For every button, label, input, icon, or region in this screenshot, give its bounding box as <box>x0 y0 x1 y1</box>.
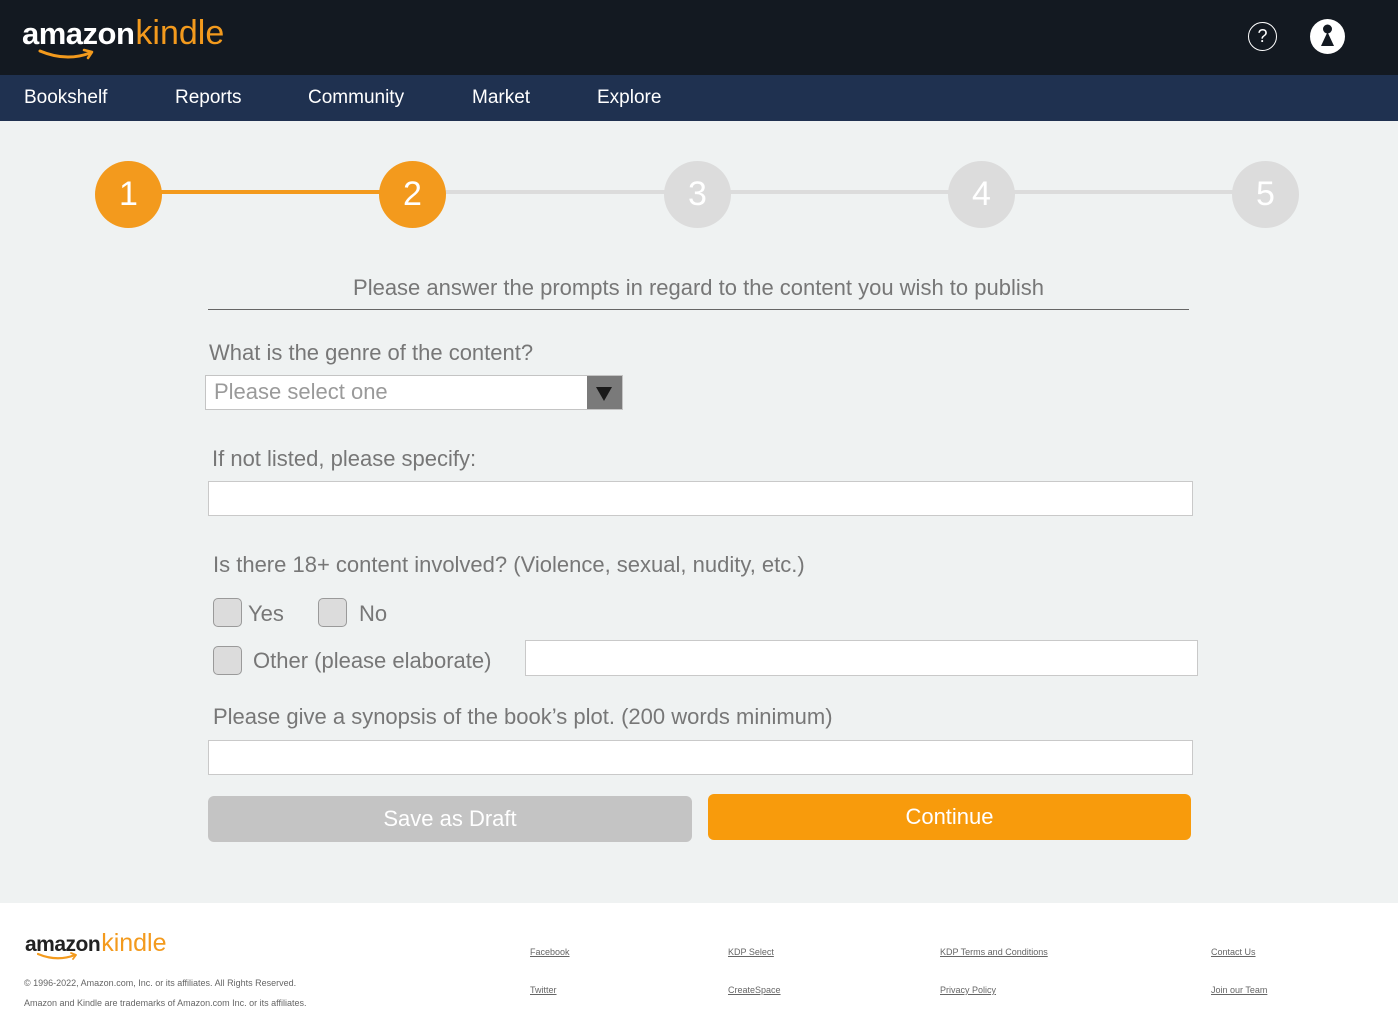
continue-button[interactable]: Continue <box>708 794 1191 840</box>
adult-content-label: Is there 18+ content involved? (Violence… <box>213 552 805 577</box>
heading-divider <box>208 309 1189 310</box>
nav-item-bookshelf[interactable]: Bookshelf <box>24 87 107 109</box>
step-connector <box>729 190 949 194</box>
step-1[interactable]: 1 <box>95 161 162 228</box>
user-profile-icon[interactable] <box>1310 19 1345 54</box>
copyright-text: © 1996-2022, Amazon.com, Inc. or its aff… <box>24 978 297 988</box>
footer-link-kdp-terms[interactable]: KDP Terms and Conditions <box>940 947 1048 957</box>
form-heading: Please answer the prompts in regard to t… <box>353 275 1044 300</box>
footer-link-contact[interactable]: Contact Us <box>1211 947 1256 957</box>
footer-link-createspace[interactable]: CreateSpace <box>728 985 781 995</box>
user-silhouette-icon <box>1321 24 1334 46</box>
footer-link-twitter[interactable]: Twitter <box>530 985 557 995</box>
nav-item-market[interactable]: Market <box>472 87 530 109</box>
top-header: amazon kindle ? <box>0 0 1398 75</box>
amazon-kindle-logo[interactable]: amazon kindle <box>22 14 225 60</box>
question-mark-icon[interactable]: ? <box>1248 22 1277 51</box>
step-connector <box>445 190 665 194</box>
footer-link-privacy[interactable]: Privacy Policy <box>940 985 996 995</box>
no-label: No <box>359 601 388 626</box>
amazon-smile-icon <box>37 952 77 960</box>
footer-logo-kindle-text: kindle <box>101 929 167 957</box>
step-3[interactable]: 3 <box>664 161 731 228</box>
footer-link-facebook[interactable]: Facebook <box>530 947 570 957</box>
genre-select[interactable]: Please select one <box>205 375 623 410</box>
nav-item-explore[interactable]: Explore <box>597 87 661 109</box>
step-4[interactable]: 4 <box>948 161 1015 228</box>
footer-link-kdp-select[interactable]: KDP Select <box>728 947 774 957</box>
genre-select-value: Please select one <box>214 379 388 404</box>
step-2[interactable]: 2 <box>379 161 446 228</box>
step-connector <box>1013 190 1233 194</box>
nav-item-community[interactable]: Community <box>308 87 404 109</box>
logo-amazon-text: amazon <box>22 16 135 51</box>
trademark-text: Amazon and Kindle are trademarks of Amaz… <box>24 998 307 1008</box>
nav-item-reports[interactable]: Reports <box>175 87 242 109</box>
no-checkbox[interactable] <box>318 598 347 627</box>
footer-amazon-kindle-logo[interactable]: amazon kindle <box>25 929 167 960</box>
footer-link-join-team[interactable]: Join our Team <box>1211 985 1267 995</box>
specify-genre-input[interactable] <box>208 481 1193 516</box>
dropdown-arrow-icon[interactable] <box>587 376 622 409</box>
other-checkbox[interactable] <box>213 646 242 675</box>
other-elaborate-input[interactable] <box>525 640 1198 676</box>
logo-kindle-text: kindle <box>135 14 225 52</box>
footer: amazon kindle © 1996-2022, Amazon.com, In… <box>0 903 1398 1036</box>
amazon-smile-icon <box>38 48 94 60</box>
save-draft-button[interactable]: Save as Draft <box>208 796 692 842</box>
yes-checkbox[interactable] <box>213 598 242 627</box>
step-5[interactable]: 5 <box>1232 161 1299 228</box>
other-label: Other (please elaborate) <box>253 648 492 673</box>
synopsis-input[interactable] <box>208 740 1193 775</box>
yes-label: Yes <box>248 601 284 626</box>
genre-label: What is the genre of the content? <box>209 340 534 365</box>
step-connector-done <box>161 190 381 194</box>
specify-label: If not listed, please specify: <box>212 446 477 471</box>
synopsis-label: Please give a synopsis of the book’s plo… <box>213 704 833 729</box>
main-nav: Bookshelf Reports Community Market Explo… <box>0 75 1398 121</box>
